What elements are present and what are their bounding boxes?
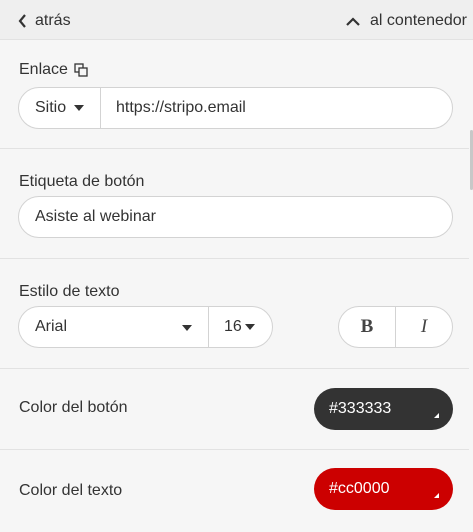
- link-type-value: Sitio: [35, 99, 67, 116]
- font-size-select[interactable]: 16: [209, 307, 272, 347]
- button-color-picker[interactable]: #333333: [314, 388, 453, 430]
- font-family-select[interactable]: Arial: [19, 307, 209, 347]
- text-style-buttons: B I: [338, 306, 453, 348]
- button-color-section: Color del botón #333333: [0, 369, 470, 450]
- chevron-left-icon: [18, 14, 26, 28]
- caret-down-icon: [74, 105, 85, 111]
- copy-square-icon[interactable]: [74, 63, 88, 77]
- button-settings-panel: atrás al contenedor Enlace Sitio https:/…: [0, 0, 473, 532]
- text-color-section: Color del texto #cc0000: [0, 450, 470, 532]
- resize-corner-icon: [434, 493, 439, 498]
- text-style-title: Estilo de texto: [19, 283, 120, 300]
- font-size-value: 16: [224, 318, 242, 335]
- link-title: Enlace: [19, 61, 88, 79]
- button-label-title: Etiqueta de botón: [19, 173, 145, 190]
- link-type-select[interactable]: Sitio: [19, 88, 101, 128]
- button-color-value: #333333: [329, 400, 392, 417]
- resize-corner-icon: [434, 413, 439, 418]
- text-color-value: #cc0000: [329, 480, 390, 497]
- link-field-group: Sitio: [18, 87, 453, 129]
- link-title-text: Enlace: [19, 61, 68, 78]
- chevron-up-icon: [346, 16, 360, 26]
- panel-nav-bar: atrás al contenedor: [0, 0, 473, 40]
- back-button[interactable]: atrás: [18, 10, 71, 32]
- caret-down-icon: [244, 324, 255, 330]
- font-selector-group: Arial 16: [18, 306, 273, 348]
- text-color-picker[interactable]: #cc0000: [314, 468, 453, 510]
- to-container-label: al contenedor: [370, 12, 467, 29]
- text-color-label: Color del texto: [19, 482, 123, 499]
- caret-down-icon: [182, 325, 192, 331]
- scrollbar-track[interactable]: [469, 40, 473, 532]
- link-section: Enlace Sitio: [0, 41, 470, 149]
- button-color-label: Color del botón: [19, 399, 128, 416]
- back-label: atrás: [35, 12, 71, 29]
- link-url-input[interactable]: [101, 88, 452, 128]
- to-container-button[interactable]: al contenedor: [346, 10, 467, 32]
- font-family-value: Arial: [35, 318, 68, 335]
- button-label-section: Etiqueta de botón: [0, 149, 470, 259]
- italic-button[interactable]: I: [396, 307, 452, 347]
- text-style-section: Estilo de texto Arial 16 B I: [0, 259, 470, 369]
- bold-button[interactable]: B: [339, 307, 396, 347]
- button-label-input[interactable]: [18, 196, 453, 238]
